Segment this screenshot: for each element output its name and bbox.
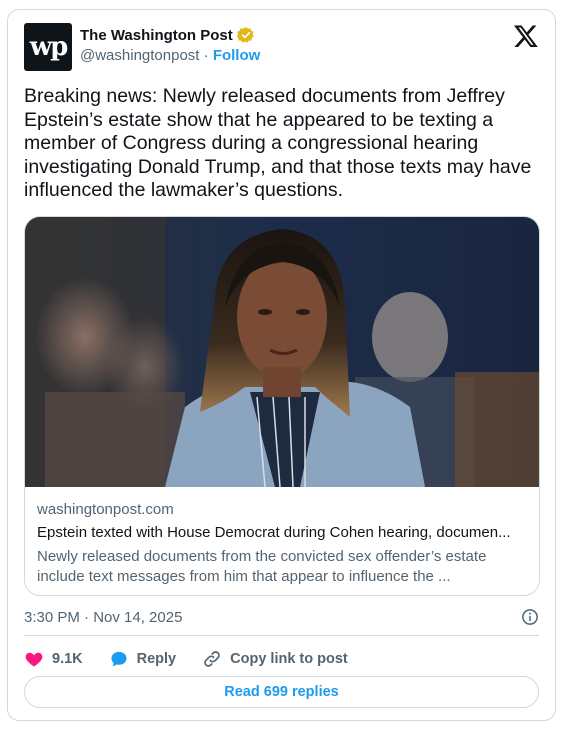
x-logo-icon[interactable] xyxy=(513,23,539,49)
link-preview-card[interactable]: washingtonpost.com Epstein texted with H… xyxy=(24,216,540,596)
link-icon xyxy=(204,651,220,667)
reply-button[interactable]: Reply xyxy=(109,649,177,669)
post-header: wp The Washington Post @washingtonpost ·… xyxy=(24,23,539,73)
account-names: The Washington Post @washingtonpost · Fo… xyxy=(80,26,261,65)
reply-bubble-icon xyxy=(111,651,127,667)
link-domain: washingtonpost.com xyxy=(37,501,174,518)
article-photo[interactable] xyxy=(25,217,540,487)
embedded-post-card: wp The Washington Post @washingtonpost ·… xyxy=(7,9,556,721)
copy-link-button[interactable]: Copy link to post xyxy=(202,649,348,669)
link-description: Newly released documents from the convic… xyxy=(37,548,487,585)
handle-separator: · xyxy=(203,47,209,64)
post-timestamp[interactable]: 3:30 PM · Nov 14, 2025 xyxy=(24,609,182,626)
info-icon[interactable] xyxy=(521,608,539,626)
like-button[interactable]: 9.1K xyxy=(24,649,83,669)
heart-icon xyxy=(25,652,43,667)
copy-link-label: Copy link to post xyxy=(230,651,348,667)
read-replies-button[interactable]: Read 699 replies xyxy=(24,676,539,708)
account-handle[interactable]: @washingtonpost xyxy=(80,47,199,64)
post-actions: 9.1K Reply Copy link to post xyxy=(24,646,539,672)
link-card-meta: washingtonpost.com Epstein texted with H… xyxy=(37,501,527,587)
link-title[interactable]: Epstein texted with House Democrat durin… xyxy=(37,524,527,541)
verified-badge-icon xyxy=(236,27,254,43)
follow-link[interactable]: Follow xyxy=(213,47,261,64)
like-count: 9.1K xyxy=(52,651,83,667)
account-name[interactable]: The Washington Post xyxy=(80,27,233,44)
post-text: Breaking news: Newly released documents … xyxy=(24,85,532,201)
timestamp-row: 3:30 PM · Nov 14, 2025 xyxy=(24,606,539,630)
reply-label: Reply xyxy=(136,651,177,667)
divider xyxy=(24,635,539,636)
account-avatar[interactable]: wp xyxy=(24,23,72,71)
